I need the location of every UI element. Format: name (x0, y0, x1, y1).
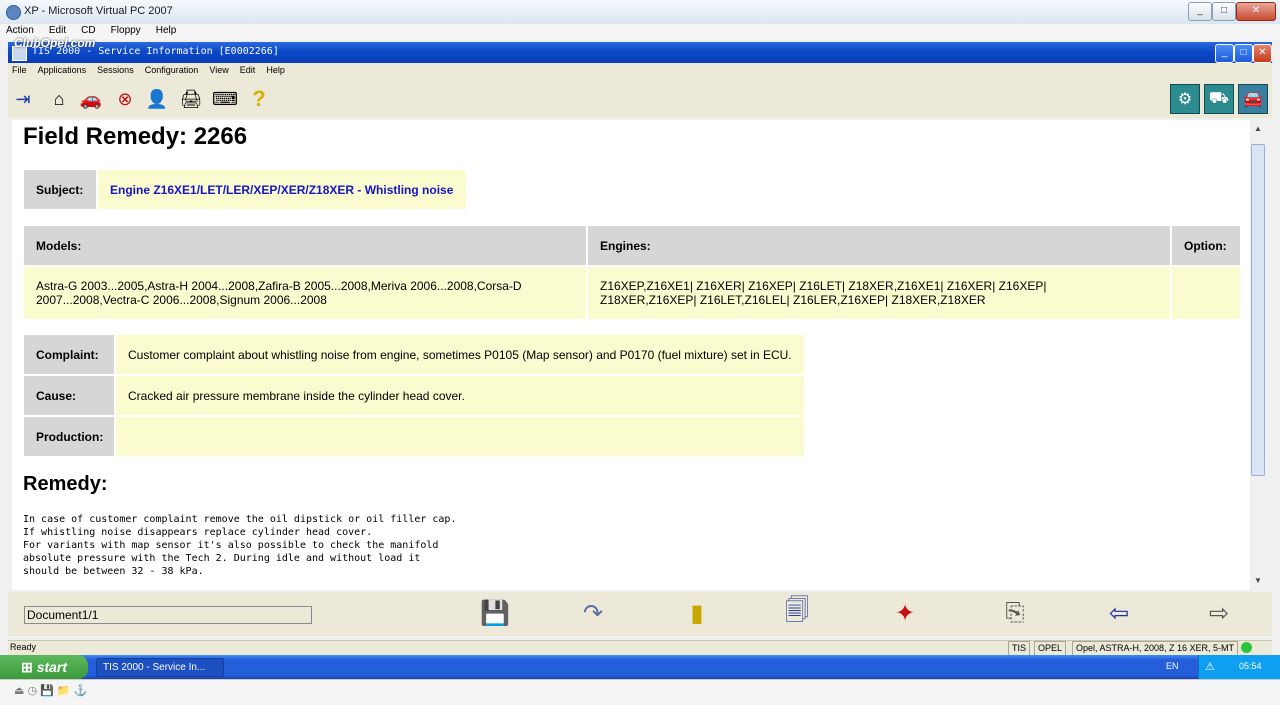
language-indicator[interactable]: EN (1166, 661, 1179, 671)
vehicle-icon[interactable]: 🚗 (78, 86, 104, 112)
models-value: Astra-G 2003...2005,Astra-H 2004...2008,… (24, 267, 586, 319)
production-value (116, 417, 804, 456)
production-label: Production: (24, 417, 114, 456)
document-content: Field Remedy: 2266 Subject: Engine Z16XE… (12, 120, 1250, 590)
host-close-button[interactable]: ✕ (1236, 2, 1276, 21)
engines-label: Engines: (588, 226, 1170, 265)
keyboard-icon[interactable]: ⌨ (212, 86, 238, 112)
page-title: Field Remedy: 2266 (23, 123, 248, 150)
tis-close-button[interactable]: ✕ (1253, 44, 1272, 63)
engines-value: Z16XEP,Z16XE1| Z16XER| Z16XEP| Z16LET| Z… (588, 267, 1170, 319)
menu-file[interactable]: File (8, 63, 31, 77)
cause-value: Cracked air pressure membrane inside the… (116, 376, 804, 415)
menu-sessions[interactable]: Sessions (93, 63, 138, 77)
home-icon[interactable]: ⌂ (46, 86, 72, 112)
cause-label: Cause: (24, 376, 114, 415)
status-brand: OPEL (1034, 641, 1067, 656)
subject-value: Engine Z16XE1/LET/LER/XEP/XER/Z18XER - W… (98, 170, 466, 209)
virtual-pc-icon (6, 5, 21, 20)
start-label: start (36, 659, 68, 675)
tis-title-bar: TIS 2000 - Service Information [E0002266… (8, 42, 1272, 63)
menu-configuration[interactable]: Configuration (141, 63, 203, 77)
vehicle-service-icon[interactable]: ⛟ (1204, 84, 1234, 114)
page-icon[interactable]: ⎘ (1000, 598, 1030, 628)
back-arrow-icon[interactable]: ⇦ (1104, 598, 1134, 628)
save-icon[interactable]: 💾 (480, 598, 510, 628)
tis-minimize-button[interactable]: _ (1215, 44, 1234, 63)
windows-logo-icon: ⊞ (20, 658, 33, 675)
host-menu-floppy[interactable]: Floppy (105, 24, 147, 37)
menu-help[interactable]: Help (262, 63, 289, 77)
scroll-up-icon[interactable]: ▲ (1251, 122, 1265, 136)
scroll-down-icon[interactable]: ▼ (1251, 574, 1265, 588)
option-value (1172, 267, 1240, 319)
complaint-label: Complaint: (24, 335, 114, 374)
bookmark-icon[interactable]: ✦ (890, 598, 920, 628)
note-icon[interactable]: ▮ (682, 598, 712, 628)
menu-view[interactable]: View (205, 63, 232, 77)
stop-icon[interactable]: ⊗ (112, 86, 138, 112)
forward-arrow-icon[interactable]: ⇨ (1204, 598, 1234, 628)
taskbar-item-tis[interactable]: TIS 2000 - Service In... (96, 658, 224, 677)
host-menu-help[interactable]: Help (150, 24, 183, 37)
menu-edit[interactable]: Edit (236, 63, 260, 77)
print-icon[interactable]: 🖨 (178, 86, 204, 112)
tis-menu-bar: File Applications Sessions Configuration… (8, 63, 1272, 80)
models-label: Models: (24, 226, 586, 265)
host-minimize-button[interactable]: _ (1188, 2, 1212, 21)
vehicle-info-icon[interactable]: 🚘 (1238, 84, 1268, 114)
exit-icon[interactable]: ⇥ (10, 86, 36, 112)
subject-label: Subject: (24, 170, 96, 209)
status-vehicle: Opel, ASTRA-H, 2008, Z 16 XER, 5-MT (1072, 641, 1239, 656)
remedy-text: In case of customer complaint remove the… (23, 514, 457, 577)
help-icon[interactable]: ? (246, 86, 272, 112)
clock: 05:54 (1239, 661, 1262, 671)
complaint-value: Customer complaint about whistling noise… (116, 335, 804, 374)
status-ready: Ready (10, 642, 37, 652)
vm-device-icons[interactable]: ⏏ ◷ 💾 📁 ⚓ (14, 684, 87, 697)
start-button[interactable]: ⊞ start (0, 655, 88, 679)
remedy-heading: Remedy: (23, 473, 108, 495)
scroll-thumb[interactable] (1251, 144, 1265, 476)
tray-icons[interactable]: ⚠ (1205, 660, 1215, 673)
menu-applications[interactable]: Applications (34, 63, 91, 77)
document-indicator: Document1/1 (24, 606, 312, 624)
toolbar: ⇥ ⌂ 🚗 ⊗ 👤 🖨 ⌨ ? ⚙ ⛟ 🚘 (8, 80, 1272, 118)
forward-arc-icon[interactable]: ↷ (578, 598, 608, 628)
documents-icon[interactable]: 🗐 (782, 597, 812, 628)
diagnostics-icon[interactable]: ⚙ (1170, 84, 1200, 114)
technician-icon[interactable]: 👤 (144, 86, 170, 112)
connection-status-icon (1241, 642, 1252, 653)
host-menu-bar: Action Edit CD Floppy Help (0, 24, 1280, 40)
host-maximize-button[interactable]: □ (1212, 2, 1236, 21)
watermark-logo: ClubOpel.com (14, 36, 96, 50)
host-window-title: XP - Microsoft Virtual PC 2007 (24, 5, 173, 17)
host-title-bar: XP - Microsoft Virtual PC 2007 _ □ ✕ (0, 0, 1280, 25)
host-bottom-strip: ⏏ ◷ 💾 📁 ⚓ (0, 679, 1280, 705)
status-app: TIS (1008, 641, 1031, 656)
tis-maximize-button[interactable]: □ (1234, 44, 1253, 63)
option-label: Option: (1172, 226, 1240, 265)
system-tray: ⚠ 05:54 (1198, 655, 1280, 679)
